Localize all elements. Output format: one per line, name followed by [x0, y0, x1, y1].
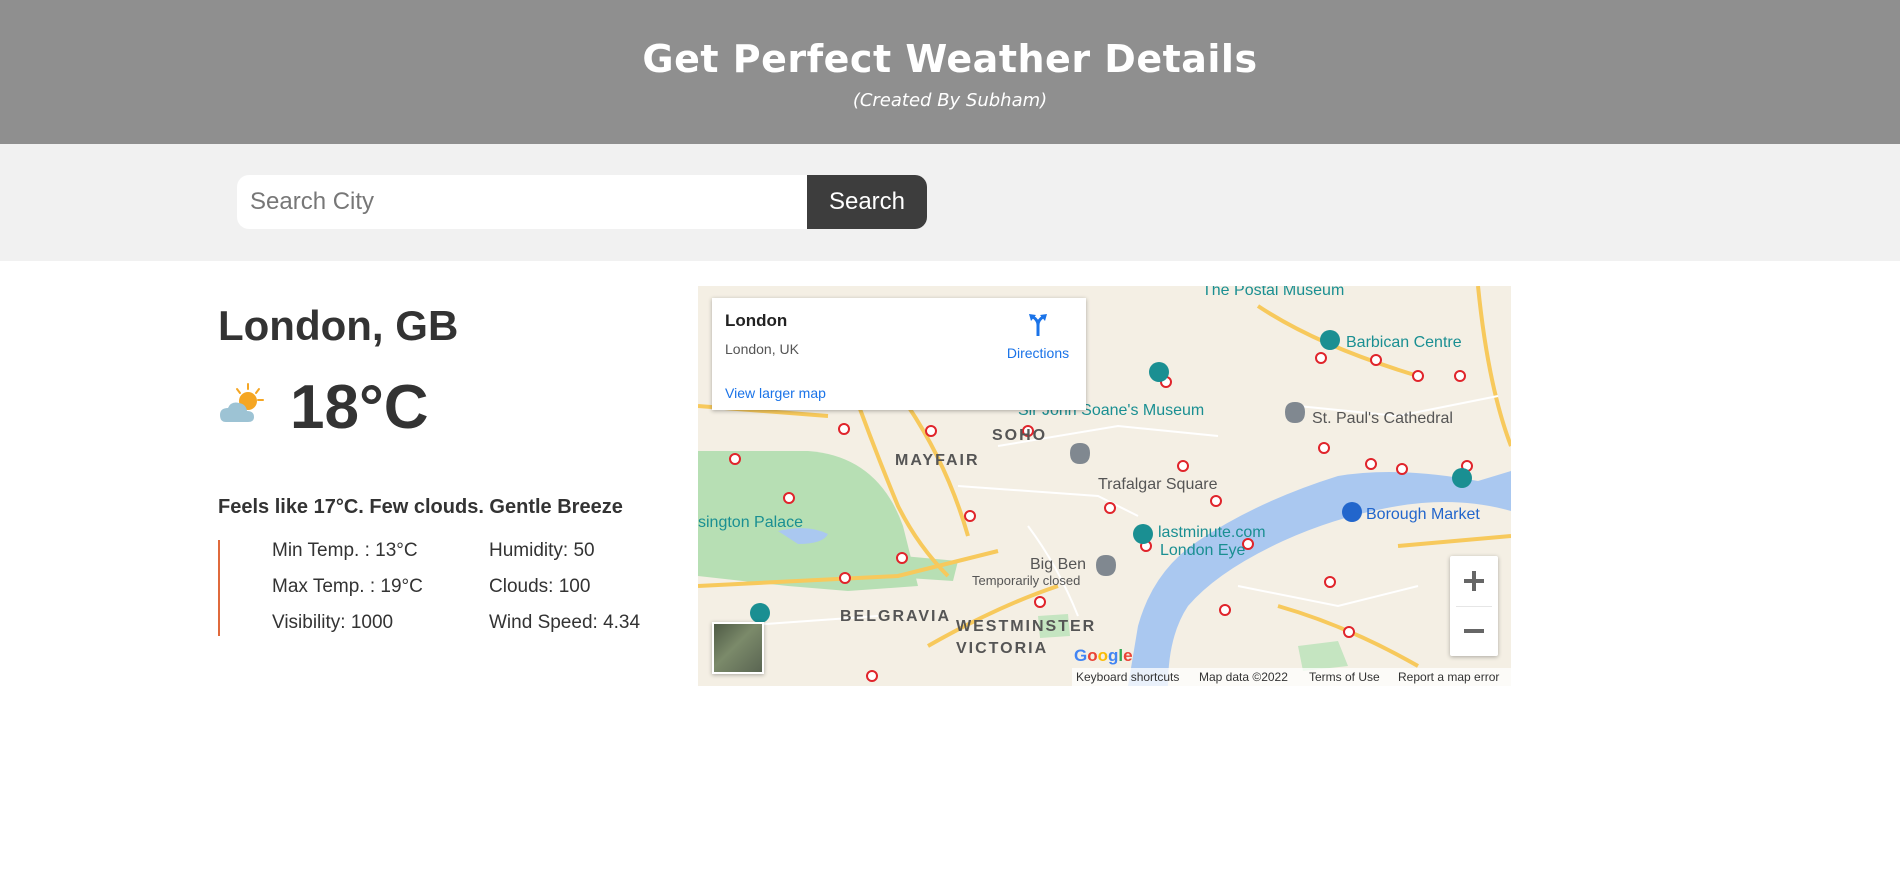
map-label-london-eye[interactable]: London Eye	[1160, 542, 1245, 560]
google-logo: Google	[1074, 646, 1133, 665]
search-input[interactable]	[237, 175, 807, 229]
weather-panel: London, GB 18°C Feels like 17°C. Few clo…	[218, 300, 678, 636]
map-label-london-eye-sponsor[interactable]: lastminute.com	[1158, 524, 1266, 542]
map-label-temporarily-closed: Temporarily closed	[972, 573, 1081, 588]
map-label-barbican[interactable]: Barbican Centre	[1346, 334, 1462, 352]
temperature-value: 18°C	[290, 373, 429, 442]
wind-speed: Wind Speed: 4.34	[489, 612, 641, 633]
map-label-westminster: WESTMINSTER	[956, 618, 1097, 635]
map-attribution-bar: Keyboard shortcuts Map data ©2022 Terms …	[1072, 668, 1511, 686]
city-name: London, GB	[218, 302, 459, 349]
partly-cloudy-icon	[220, 383, 264, 422]
search-bar: Search	[0, 144, 1900, 261]
map-label-borough-market[interactable]: Borough Market	[1366, 506, 1480, 524]
map-data-credit: Map data ©2022	[1199, 670, 1288, 684]
page-title: Get Perfect Weather Details	[642, 37, 1258, 81]
view-larger-map-link[interactable]: View larger map	[725, 385, 826, 401]
map-label-postal-museum[interactable]: The Postal Museum	[1202, 286, 1344, 300]
visibility: Visibility: 1000	[272, 612, 394, 633]
weather-details: Min Temp. : 13°C Max Temp. : 19°C Visibi…	[218, 540, 678, 636]
temperature-row: 18°C	[218, 368, 678, 448]
satellite-view-toggle[interactable]	[712, 622, 764, 674]
humidity: Humidity: 50	[489, 540, 595, 561]
directions-icon	[1029, 314, 1047, 336]
feels-like-description: Feels like 17°C. Few clouds. Gentle Bree…	[218, 496, 623, 518]
map-label-belgravia: BELGRAVIA	[840, 608, 952, 625]
zoom-out-button[interactable]	[1450, 606, 1498, 656]
min-temp: Min Temp. : 13°C	[272, 540, 418, 561]
map-label-trafalgar-square[interactable]: Trafalgar Square	[1098, 476, 1217, 494]
page-subtitle: (Created By Subham)	[852, 90, 1048, 111]
map-label-soho: SOHO	[992, 427, 1048, 444]
map-place-address: London, UK	[725, 341, 799, 357]
map-label-kensington-palace[interactable]: sington Palace	[698, 514, 803, 532]
minus-icon	[1464, 629, 1484, 633]
keyboard-shortcuts-link[interactable]: Keyboard shortcuts	[1076, 670, 1179, 684]
page-header: Get Perfect Weather Details (Created By …	[0, 0, 1900, 144]
search-button[interactable]: Search	[807, 175, 927, 229]
clouds: Clouds: 100	[489, 576, 591, 597]
directions-button[interactable]: Directions	[998, 312, 1078, 361]
map-info-card: London London, UK View larger map Direct…	[712, 298, 1086, 410]
plus-icon	[1464, 571, 1484, 591]
max-temp: Max Temp. : 19°C	[272, 576, 423, 597]
map-place-title: London	[725, 311, 788, 330]
map-label-big-ben[interactable]: Big Ben	[1030, 556, 1086, 574]
map-embed[interactable]: MAYFAIR SOHO BELGRAVIA WESTMINSTER VICTO…	[698, 286, 1511, 686]
report-map-error-link[interactable]: Report a map error	[1398, 670, 1499, 684]
directions-label: Directions	[1006, 345, 1070, 361]
map-label-mayfair: MAYFAIR	[895, 452, 980, 469]
zoom-in-button[interactable]	[1450, 556, 1498, 606]
zoom-controls	[1450, 556, 1498, 656]
map-label-st-pauls[interactable]: St. Paul's Cathedral	[1312, 410, 1453, 428]
map-label-victoria: VICTORIA	[956, 640, 1049, 657]
terms-of-use-link[interactable]: Terms of Use	[1309, 670, 1380, 684]
